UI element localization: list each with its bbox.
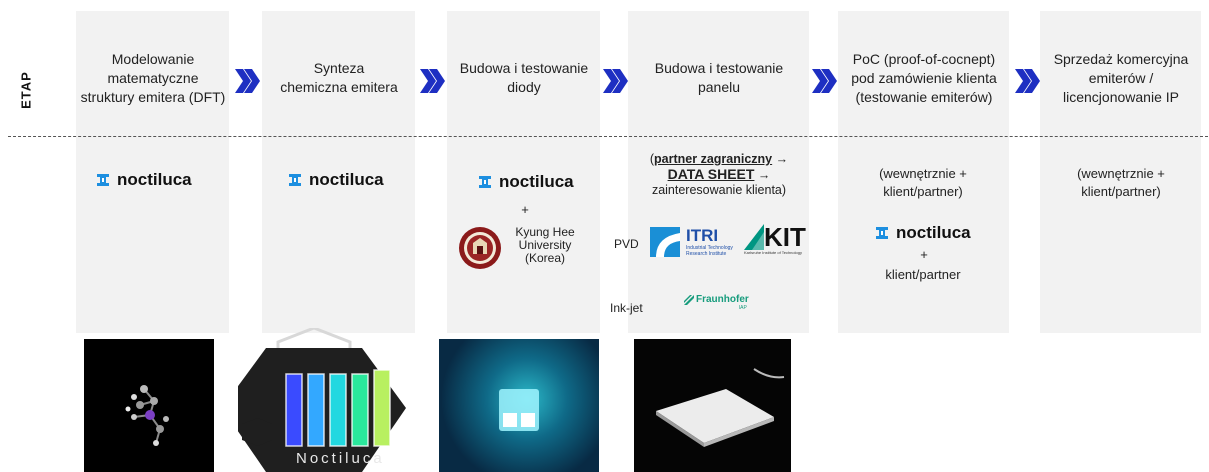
row-label: ETAP [18,71,34,109]
chevron-right-icon [235,69,260,93]
stage-title-5: PoC (proof-of-cocnept) pod zamówienie kl… [851,50,997,105]
molecule-image [84,339,214,472]
university-seal-icon [459,227,501,269]
plus-sign: + [521,202,529,217]
chevron-right-icon [1015,69,1040,93]
chevron-right-icon [812,69,837,93]
stage6-partners: (wewnętrznie + klient/partner) [1077,166,1165,199]
plus-sign: + [920,247,928,262]
noctiluca-logo: noctiluca [478,172,574,192]
stage-title-6: Sprzedaż komercyjna emiterów / licencjon… [1053,50,1189,105]
stage-title-1: Modelowanie matematyczne struktury emite… [80,50,226,105]
noctiluca-logo: noctiluca [288,170,384,190]
fraunhofer-logo: Fraunhofer IAP [684,294,749,311]
kit-logo-icon [744,224,764,250]
partner-flow: (partner zagraniczny → DATA SHEET → zain… [649,152,789,197]
fraunhofer-logo-icon [684,294,694,305]
noctiluca-logo-icon [289,174,301,186]
oled-diode-image [439,339,599,472]
noctiluca-logo-icon [97,174,109,186]
photo-caption: Noctiluca [296,450,385,467]
noctiluca-logo: noctiluca [96,170,192,190]
row-separator [8,136,1208,137]
partner-logo-icon [650,227,680,257]
chevron-right-icon [420,69,445,93]
stage5-partners: (wewnętrznie + klient/partner) [879,166,967,199]
pvd-label: PVD [614,237,639,251]
vials-image: Noctiluca [238,328,422,472]
stage5-client: klient/partner [885,267,961,282]
itri-logo: ITRI Industrial Technology Research Inst… [686,226,733,258]
oled-panel-image [634,339,791,472]
chevron-right-icon [603,69,628,93]
stage-title-3: Budowa i testowanie diody [459,60,589,95]
noctiluca-logo-icon [876,227,888,239]
kit-logo: KIT Karlsruhe Institute of Technology [744,222,806,255]
stage-title-4: Budowa i testowanie panelu [654,60,784,95]
stage-title-2: Synteza chemiczna emitera [280,60,398,95]
inkjet-label: Ink-jet [610,301,643,315]
university-name: Kyung Hee University (Korea) [515,225,575,265]
noctiluca-logo: noctiluca [875,223,971,243]
noctiluca-logo-icon [479,176,491,188]
